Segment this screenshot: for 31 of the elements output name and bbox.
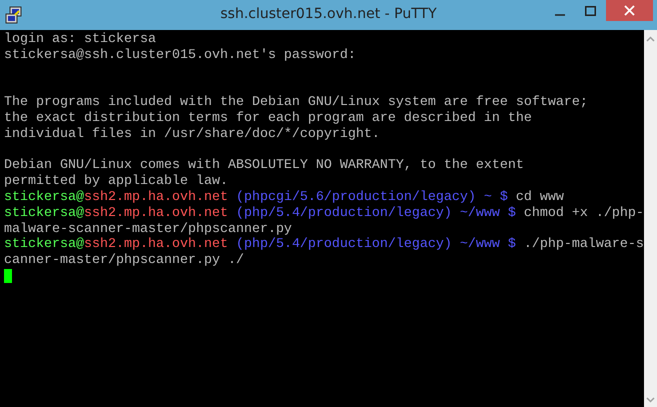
prompt-path: (php/5.4/production/legacy) ~/www $ [234,237,516,252]
close-icon [624,5,635,16]
terminal-text: malware-scanner-master/phpscanner.py [4,222,292,237]
close-button[interactable] [606,0,653,21]
terminal-text: Debian GNU/Linux comes with ABSOLUTELY NO WARRANTY, to the extent [4,158,524,174]
terminal-text: canner-master/phpscanner.py ./ [4,253,244,268]
prompt-path: (php/5.4/production/legacy) ~/www $ [234,206,516,221]
terminal-text: The programs included with the Debian GNU/Linux system are free software; [4,95,588,110]
terminal-text: cd www [514,190,564,205]
prompt-path: (phpcgi/5.6/production/legacy) ~ $ [234,190,508,205]
terminal-text: ./php-malware-s [522,237,644,252]
terminal-text: login as: stickersa [4,32,156,47]
prompt-user: stickersa@ [4,206,84,221]
text-cursor [4,268,12,283]
terminal-text: individual files in /usr/share/doc/*/copyright. [4,126,380,142]
scroll-down-icon[interactable] [646,397,655,403]
terminal-text: the exact distribution terms for each program are described in the [4,110,532,126]
prompt-host: ssh2.mp.ha.ovh.net [84,206,228,221]
terminal-text: stickersa@ssh.cluster015.ovh.net's password: [4,48,356,63]
prompt-user: stickersa@ [4,190,84,205]
terminal-text: permitted by applicable law. [4,174,228,190]
prompt-user: stickersa@ [4,237,84,252]
scrollbar[interactable] [644,30,657,407]
prompt-host: ssh2.mp.ha.ovh.net [84,190,228,205]
scroll-up-icon[interactable] [646,36,655,42]
minimize-icon [555,14,565,16]
maximize-icon [584,6,596,16]
computer-icon [5,6,23,24]
window-title: ssh.cluster015.ovh.net - PuTTY [220,6,437,22]
prompt-host: ssh2.mp.ha.ovh.net [84,237,228,252]
terminal-text: chmod +x ./php- [522,206,644,221]
